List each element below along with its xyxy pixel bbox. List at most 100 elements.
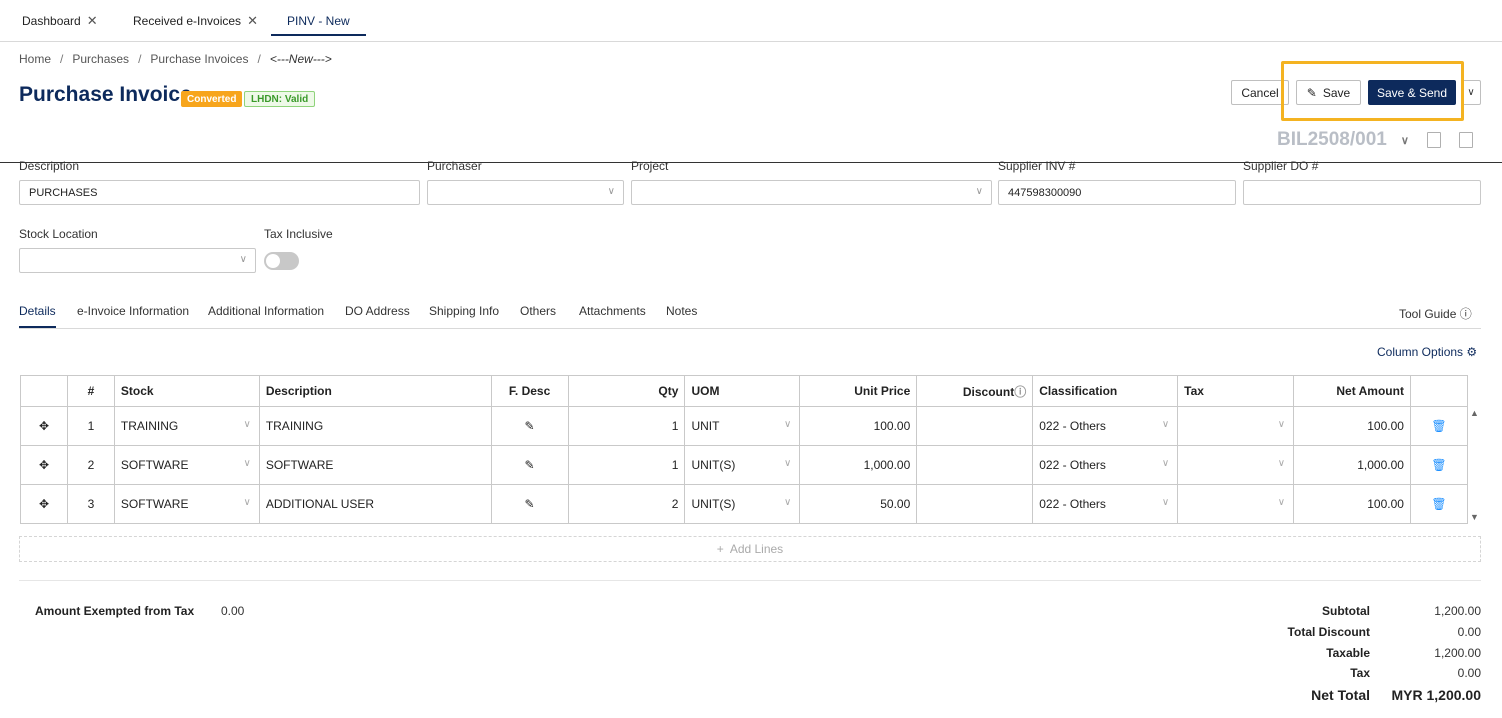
- supplier-inv-field[interactable]: 447598300090: [998, 180, 1236, 205]
- edit-icon[interactable]: ✎: [490, 445, 569, 485]
- drag-handle-icon[interactable]: ✥: [20, 445, 68, 485]
- classification-select[interactable]: 022 - Others ∨: [1032, 484, 1179, 524]
- tab-label: Received e-Invoices: [133, 14, 242, 28]
- add-lines-button[interactable]: + Add Lines: [19, 536, 1481, 562]
- row-unit-price[interactable]: 1,000.00: [799, 445, 918, 485]
- scroll-up-arrow[interactable]: ▲: [1470, 408, 1479, 418]
- tab-einvoice-information[interactable]: e-Invoice Information: [77, 304, 189, 318]
- trash-icon[interactable]: 🗑: [1409, 406, 1469, 446]
- stock-select[interactable]: TRAINING ∨: [113, 406, 260, 446]
- close-icon[interactable]: ✕: [247, 13, 258, 29]
- document-number-value: BIL2508/001: [1277, 129, 1387, 150]
- tab-label: Dashboard: [22, 14, 81, 28]
- edit-icon[interactable]: ✎: [490, 406, 569, 446]
- row-qty[interactable]: 1: [567, 406, 686, 446]
- row-net-amount: 100.00: [1293, 484, 1411, 524]
- row-unit-price[interactable]: 50.00: [799, 484, 918, 524]
- project-select[interactable]: ∨: [631, 180, 992, 205]
- trash-icon[interactable]: 🗑: [1409, 484, 1469, 524]
- tab-pinv-new[interactable]: PINV - New: [271, 0, 366, 42]
- row-description[interactable]: ADDITIONAL USER: [258, 484, 492, 524]
- summary-divider: [19, 580, 1481, 581]
- col-header-classification: Classification: [1032, 375, 1179, 407]
- breadcrumb-purchases[interactable]: Purchases: [72, 52, 129, 66]
- close-icon[interactable]: ✕: [87, 13, 98, 29]
- more-actions-button[interactable]: ∨: [1461, 80, 1481, 105]
- tax-select[interactable]: ∨: [1177, 406, 1295, 446]
- scroll-down-arrow[interactable]: ▼: [1470, 512, 1479, 522]
- tax-label: Tax: [1350, 666, 1370, 680]
- tab-details[interactable]: Details: [19, 304, 56, 328]
- stock-location-select[interactable]: ∨: [19, 248, 256, 273]
- stock-select[interactable]: SOFTWARE ∨: [113, 445, 260, 485]
- row-discount[interactable]: [916, 445, 1034, 485]
- column-options-link[interactable]: Column Options ⚙: [1377, 345, 1477, 359]
- tab-received-einvoices[interactable]: Received e-Invoices ✕: [133, 0, 258, 42]
- description-field[interactable]: PURCHASES: [19, 180, 420, 205]
- chevron-down-icon: ∨: [1277, 497, 1286, 508]
- table-row: ✥ 3 SOFTWARE ∨ ADDITIONAL USER ✎ 2 UNIT(S…: [20, 484, 1469, 524]
- edit-icon[interactable]: ✎: [490, 484, 569, 524]
- page-title: Purchase Invoice: [19, 83, 192, 106]
- cancel-button[interactable]: Cancel: [1231, 80, 1289, 105]
- col-header-tax: Tax: [1177, 375, 1295, 407]
- tax-select[interactable]: ∨: [1177, 484, 1295, 524]
- tab-additional-information[interactable]: Additional Information: [208, 304, 324, 318]
- chevron-down-icon[interactable]: ∨: [1401, 134, 1409, 147]
- drag-handle-icon[interactable]: ✥: [20, 484, 68, 524]
- tax-inclusive-toggle[interactable]: [264, 252, 299, 270]
- uom-select[interactable]: UNIT(S) ∨: [684, 484, 801, 524]
- breadcrumb: Home / Purchases / Purchase Invoices / <…: [19, 52, 332, 66]
- chevron-down-icon: ∨: [607, 186, 615, 197]
- breadcrumb-purchase-invoices[interactable]: Purchase Invoices: [150, 52, 248, 66]
- status-badge-lhdn: LHDN: Valid: [244, 91, 316, 107]
- taxable-label: Taxable: [1326, 646, 1370, 660]
- chevron-down-icon: ∨: [239, 254, 247, 265]
- breadcrumb-home[interactable]: Home: [19, 52, 51, 66]
- drag-handle-icon[interactable]: ✥: [20, 406, 68, 446]
- chevron-down-icon: ∨: [784, 458, 792, 469]
- classification-select[interactable]: 022 - Others ∨: [1032, 445, 1179, 485]
- save-and-send-button[interactable]: Save & Send: [1368, 80, 1456, 105]
- row-description[interactable]: SOFTWARE: [258, 445, 492, 485]
- stock-location-label: Stock Location: [19, 227, 98, 241]
- tab-shipping-info[interactable]: Shipping Info: [429, 304, 499, 318]
- tab-notes[interactable]: Notes: [666, 304, 697, 318]
- row-discount[interactable]: [916, 406, 1034, 446]
- trash-icon[interactable]: 🗑: [1409, 445, 1469, 485]
- total-discount-value: 0.00: [1457, 625, 1481, 639]
- uom-select[interactable]: UNIT ∨: [684, 406, 801, 446]
- uom-select[interactable]: UNIT(S) ∨: [684, 445, 801, 485]
- save-button[interactable]: ✎ Save: [1296, 80, 1361, 105]
- document-icon[interactable]: [1427, 132, 1441, 148]
- tab-others[interactable]: Others: [520, 304, 556, 318]
- tax-value: 0.00: [1457, 666, 1481, 680]
- tab-do-address[interactable]: DO Address: [345, 304, 410, 318]
- info-icon: ⓘ: [1459, 307, 1472, 321]
- tool-guide-link[interactable]: Tool Guide ⓘ: [1399, 305, 1472, 322]
- col-header-uom: UOM: [684, 375, 801, 407]
- exempt-value: 0.00: [221, 604, 245, 618]
- row-net-amount: 1,000.00: [1293, 445, 1411, 485]
- row-discount[interactable]: [916, 484, 1034, 524]
- stock-select[interactable]: SOFTWARE ∨: [113, 484, 260, 524]
- tax-select[interactable]: ∨: [1177, 445, 1295, 485]
- row-number: 2: [66, 445, 115, 485]
- row-qty[interactable]: 2: [567, 484, 686, 524]
- help-icon[interactable]: ⓘ: [1014, 385, 1026, 399]
- row-unit-price[interactable]: 100.00: [799, 406, 918, 446]
- purchaser-select[interactable]: ∨: [427, 180, 624, 205]
- row-description[interactable]: TRAINING: [258, 406, 492, 446]
- supplier-inv-label: Supplier INV #: [998, 159, 1076, 173]
- tab-dashboard[interactable]: Dashboard ✕: [22, 0, 98, 42]
- chevron-down-icon: ∨: [975, 186, 983, 197]
- classification-select[interactable]: 022 - Others ∨: [1032, 406, 1179, 446]
- bookmark-icon[interactable]: [1459, 132, 1473, 148]
- tab-attachments[interactable]: Attachments: [579, 304, 646, 318]
- row-qty[interactable]: 1: [567, 445, 686, 485]
- supplier-do-field[interactable]: [1243, 180, 1481, 205]
- document-number[interactable]: BIL2508/001 ∨: [1277, 129, 1409, 151]
- chevron-down-icon: ∨: [1161, 419, 1170, 430]
- col-header-fdesc: F. Desc: [490, 375, 569, 407]
- table-row: ✥ 1 TRAINING ∨ TRAINING ✎ 1 UNIT ∨ 100.00 …: [20, 406, 1469, 446]
